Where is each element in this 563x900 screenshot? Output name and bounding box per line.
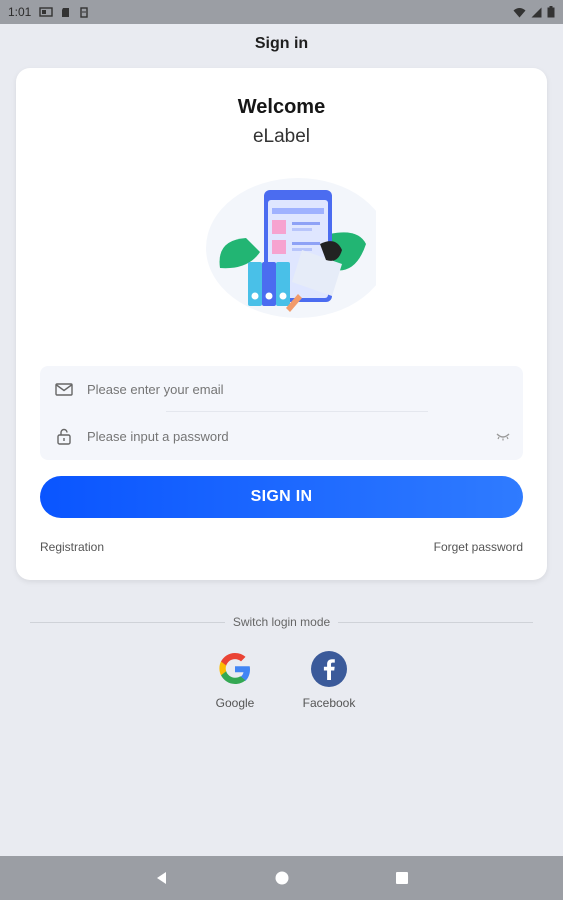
hide-password-icon[interactable]: [495, 429, 511, 443]
welcome-heading: Welcome: [237, 96, 326, 118]
google-label: Google: [215, 696, 255, 710]
sd-card-icon: [62, 7, 70, 17]
page-title: Sign in: [254, 35, 309, 52]
battery-saver-icon: [80, 6, 89, 18]
sign-in-button[interactable]: SIGN IN: [40, 476, 523, 518]
forget-password-link[interactable]: Forget password: [434, 540, 523, 554]
switch-login-label: Switch login mode: [232, 615, 331, 629]
google-login-button[interactable]: Google: [200, 650, 270, 710]
status-bar: 1:01: [0, 0, 563, 24]
switch-login-divider: Switch login mode: [30, 614, 534, 630]
app-name: eLabel: [252, 126, 311, 147]
status-time: 1:01: [8, 5, 32, 19]
back-icon[interactable]: [154, 870, 170, 886]
facebook-icon: [311, 651, 347, 687]
divider-line-left: [30, 621, 225, 623]
login-illustration: [206, 178, 376, 318]
lock-icon: [57, 428, 71, 445]
system-nav-bar: [0, 856, 563, 900]
password-field-row: [40, 413, 523, 459]
recents-icon[interactable]: [394, 870, 410, 886]
email-input[interactable]: [87, 382, 467, 397]
field-divider: [166, 411, 428, 412]
email-field-row: [40, 366, 523, 412]
signal-icon: [531, 7, 542, 17]
battery-icon: [547, 6, 555, 18]
divider-line-right: [338, 621, 534, 623]
google-icon: [219, 653, 250, 684]
mail-icon: [55, 383, 73, 396]
cast-icon: [39, 7, 54, 17]
login-form: [40, 366, 523, 460]
registration-link[interactable]: Registration: [40, 540, 104, 554]
facebook-login-button[interactable]: Facebook: [294, 650, 364, 710]
login-card: Welcome eLabel Please enter your email S…: [16, 68, 547, 580]
home-icon[interactable]: [274, 870, 290, 886]
wifi-icon: [513, 7, 526, 17]
facebook-label: Facebook: [302, 696, 356, 710]
password-input[interactable]: [87, 429, 467, 444]
